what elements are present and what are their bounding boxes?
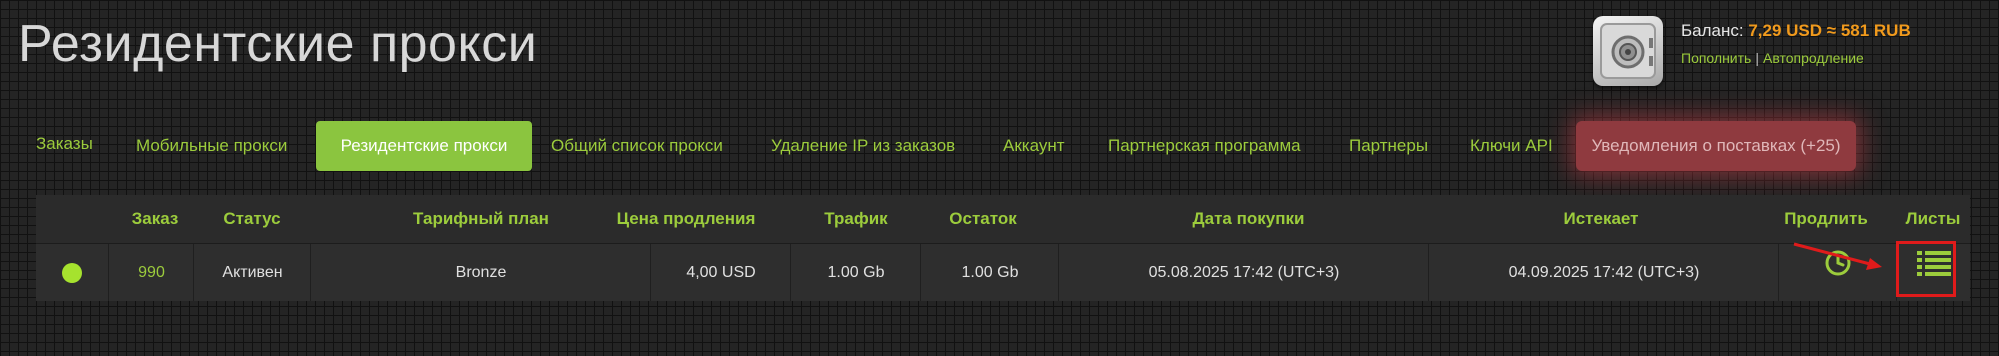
page-title: Резидентские прокси (18, 15, 538, 73)
tab-supply-notifications[interactable]: Уведомления о поставках (+25) (1576, 121, 1856, 171)
header-renew-price: Цена продления (616, 209, 756, 228)
header-purchase-date: Дата покупки (1192, 209, 1305, 228)
table-row: 990 Активен Bronze 4,00 USD 1.00 Gb 1.00… (36, 243, 1970, 301)
link-separator: | (1755, 50, 1759, 66)
tab-all-proxies[interactable]: Общий список прокси (551, 121, 723, 171)
remaining-cell: 1.00 Gb (920, 244, 1059, 301)
tab-remove-ip[interactable]: Удаление IP из заказов (771, 121, 955, 171)
header-expires: Истекает (1563, 209, 1639, 228)
balance-label: Баланс: (1681, 21, 1744, 40)
order-number-cell: 990 (108, 244, 194, 301)
header-remaining: Остаток (949, 209, 1017, 228)
purchase-date-cell: 05.08.2025 17:42 (UTC+3) (1058, 244, 1429, 301)
orders-table: Заказ Статус Тарифный план Цена продлени… (36, 195, 1970, 301)
main-tabs: Заказы Мобильные прокси Резидентские про… (0, 121, 1999, 171)
header-order: Заказ (131, 209, 179, 228)
renew-price-cell: 4,00 USD (650, 244, 791, 301)
safe-icon (1593, 16, 1663, 86)
tab-partners[interactable]: Партнеры (1349, 121, 1428, 171)
annotation-arrow (1790, 236, 1890, 281)
plan-cell: Bronze (310, 244, 651, 301)
header-status: Статус (223, 209, 281, 228)
tab-mobile-proxies[interactable]: Мобильные прокси (136, 121, 287, 171)
balance-links: Пополнить | Автопродление (1681, 50, 1864, 66)
annotation-highlight-box (1896, 241, 1956, 297)
order-number-link[interactable]: 990 (138, 264, 165, 281)
tab-account[interactable]: Аккаунт (1003, 121, 1065, 171)
status-cell: Активен (193, 244, 311, 301)
tab-affiliate-program[interactable]: Партнерская программа (1108, 121, 1301, 171)
balance-amount: 7,29 USD ≈ 581 RUB (1748, 21, 1911, 40)
tab-orders[interactable]: Заказы (36, 121, 93, 171)
status-indicator-dot (62, 262, 82, 283)
header-lists: Листы (1905, 209, 1961, 228)
tab-residential-proxies[interactable]: Резидентские прокси (316, 121, 532, 171)
autorenew-link[interactable]: Автопродление (1763, 50, 1864, 66)
traffic-cell: 1.00 Gb (790, 244, 921, 301)
tab-api-keys[interactable]: Ключи API (1470, 121, 1553, 171)
header-traffic: Трафик (824, 209, 888, 228)
table-header: Заказ Статус Тарифный план Цена продлени… (36, 195, 1970, 243)
topup-link[interactable]: Пополнить (1681, 50, 1751, 66)
balance-line: Баланс: 7,29 USD ≈ 581 RUB (1681, 21, 1911, 41)
status-indicator-cell (36, 244, 108, 301)
expires-cell: 04.09.2025 17:42 (UTC+3) (1428, 244, 1779, 301)
